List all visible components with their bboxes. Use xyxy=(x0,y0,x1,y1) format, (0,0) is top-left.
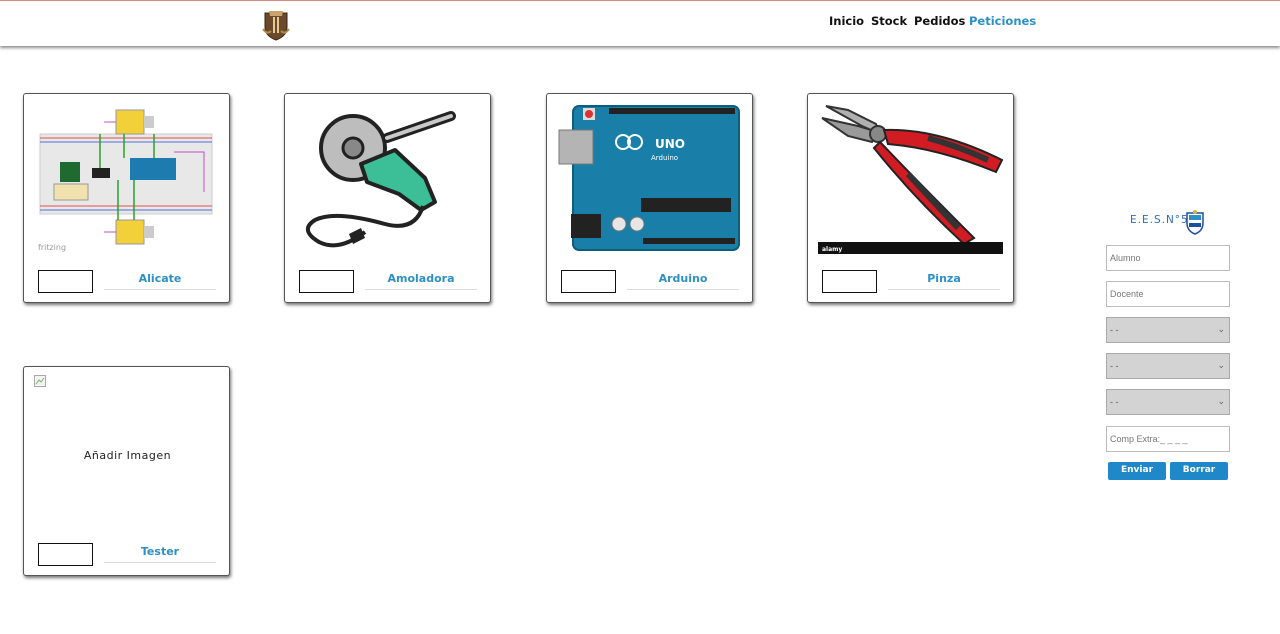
arduino-uno-board-image: UNO Arduino xyxy=(557,102,742,254)
school-crest-icon xyxy=(1186,210,1204,235)
product-name-amoladora[interactable]: Amoladora xyxy=(365,272,477,290)
product-name-arduino[interactable]: Arduino xyxy=(627,272,739,290)
top-navbar: Inicio Stock Pedidos Peticiones xyxy=(0,1,1280,46)
add-image-placeholder[interactable]: Añadir Imagen xyxy=(24,449,231,462)
product-card-arduino: UNO Arduino Arduino xyxy=(546,93,753,303)
nav-peticiones[interactable]: Peticiones xyxy=(969,14,1036,30)
select-2-value: - - xyxy=(1110,361,1119,371)
school-crest-icon[interactable] xyxy=(261,7,291,41)
product-card-amoladora: Amoladora xyxy=(284,93,491,303)
circuit-diagram-image: fritzing xyxy=(34,102,219,254)
product-name-pinza[interactable]: Pinza xyxy=(888,272,1000,290)
board-brand: Arduino xyxy=(651,154,678,162)
select-3[interactable]: - - ⌄ xyxy=(1106,389,1230,415)
select-1[interactable]: - - ⌄ xyxy=(1106,317,1230,343)
comp-extra-input[interactable]: Comp Extra:_ _ _ _ xyxy=(1106,426,1230,452)
quantity-input[interactable] xyxy=(38,543,93,566)
enviar-button[interactable]: Enviar xyxy=(1108,462,1166,480)
school-name: E.E.S.N°5 xyxy=(1130,214,1189,226)
broken-image-icon xyxy=(34,375,46,387)
product-name-tester[interactable]: Tester xyxy=(104,545,216,563)
docente-input[interactable]: Docente xyxy=(1106,281,1230,307)
watermark-text: alamy xyxy=(822,246,842,253)
product-name-alicate[interactable]: Alicate xyxy=(104,272,216,290)
nav-inicio[interactable]: Inicio xyxy=(829,14,864,30)
angle-grinder-icon xyxy=(295,102,480,254)
chevron-down-icon: ⌄ xyxy=(1217,324,1225,334)
nav-pedidos[interactable]: Pedidos xyxy=(914,14,965,30)
product-card-alicate: fritzing Alicate xyxy=(23,93,230,303)
alumno-input[interactable]: Alumno xyxy=(1106,245,1230,271)
chevron-down-icon: ⌄ xyxy=(1217,360,1225,370)
pliers-image: alamy xyxy=(818,102,1003,254)
product-card-tester: Añadir Imagen Tester xyxy=(23,366,230,576)
fritzing-caption: fritzing xyxy=(38,243,66,252)
nav-stock[interactable]: Stock xyxy=(871,14,907,30)
select-3-value: - - xyxy=(1110,397,1119,407)
select-2[interactable]: - - ⌄ xyxy=(1106,353,1230,379)
board-label: UNO xyxy=(655,137,685,151)
borrar-button[interactable]: Borrar xyxy=(1170,462,1228,480)
quantity-input[interactable] xyxy=(822,270,877,293)
quantity-input[interactable] xyxy=(299,270,354,293)
product-card-pinza: alamy Pinza xyxy=(807,93,1014,303)
quantity-input[interactable] xyxy=(561,270,616,293)
chevron-down-icon: ⌄ xyxy=(1217,396,1225,406)
quantity-input[interactable] xyxy=(38,270,93,293)
select-1-value: - - xyxy=(1110,325,1119,335)
